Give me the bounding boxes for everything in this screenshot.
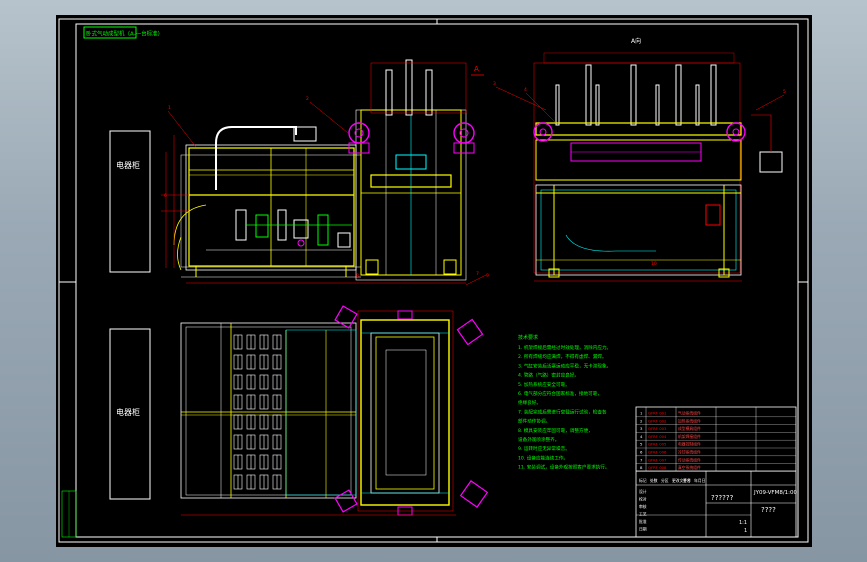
title-row-cell: 电器控制组件 <box>678 442 701 447</box>
title-scale: 1:1 <box>739 520 747 526</box>
title-row-cell: 6 <box>640 450 643 455</box>
side-view <box>348 59 475 284</box>
note-line: 6. 电气部分应符合国家标准，接地可靠， <box>518 390 602 397</box>
cad-drawing: 卧式气动成型机（A-一台标准） 电器柜 电器柜 A A向 技术要求 1. 机架焊… <box>58 18 809 543</box>
electric-cabinet-bottom-label: 电器柜 <box>116 407 140 417</box>
electric-cabinet-top <box>109 130 151 273</box>
title-row-cell: QFRF 002 <box>648 418 667 423</box>
title-row-cell: 2 <box>640 418 643 423</box>
title-row-cell: 3 <box>640 426 643 431</box>
title-row-cell: QFRF 004 <box>648 434 667 439</box>
title-row-cell: 机架焊接组件 <box>678 434 701 439</box>
callout-number: 7 <box>476 271 479 277</box>
title-row-cell: 7 <box>640 457 643 462</box>
title-label: 审核 <box>639 504 647 509</box>
a-view: A向 <box>495 37 785 282</box>
title-label: 工艺 <box>639 512 647 517</box>
title-header: 标记 <box>639 478 647 483</box>
note-line: 8. 模具安装应牢固可靠，调整方便， <box>518 427 593 434</box>
callout-number: 6 <box>164 193 167 199</box>
title-label: 设计 <box>639 489 647 494</box>
note-line: 11. 安装调试，设备外观按照客户要求执行。 <box>518 464 609 471</box>
title-row-cell: QFRF 007 <box>648 457 667 462</box>
note-line: 1. 机架焊接后需经过时效处理，消除内应力。 <box>518 344 611 351</box>
callout-number: 4 <box>524 87 527 93</box>
note-line: 3. 气缸安装后活塞运动应平稳，无卡滞现象。 <box>518 362 611 369</box>
callout-number: 5 <box>783 89 786 95</box>
technical-notes: 技术要求 1. 机架焊接后需经过时效处理，消除内应力。 2. 所有焊缝均应满焊，不… <box>518 334 611 471</box>
a-view-label: A向 <box>631 37 641 45</box>
note-line: 2. 所有焊缝均应满焊，不得有虚焊、漏焊。 <box>518 353 607 360</box>
title-header: 处数 <box>650 478 658 483</box>
callout-number: 3 <box>493 81 496 87</box>
electric-cabinet-top-label: 电器柜 <box>116 160 140 170</box>
note-line: 9. 运转时应无异常噪音。 <box>518 445 570 452</box>
title-row-cell: 5 <box>640 442 643 447</box>
title-row-cell: 加热系统组件 <box>678 418 701 423</box>
title-row-cell: QFRF 006 <box>648 450 667 455</box>
title-sheet: 1 <box>744 528 747 534</box>
title-row-cell: QFRF 003 <box>648 426 667 431</box>
title-label: 校对 <box>639 497 647 502</box>
title-row-cell: 成型模具组件 <box>678 426 701 431</box>
section-mark: A <box>474 65 479 73</box>
note-line: 4. 管路（气路）密封应良好。 <box>518 372 579 379</box>
note-line: 设备外观喷涂整齐。 <box>518 436 559 443</box>
plan-view <box>180 274 489 516</box>
title-sub: ???? <box>761 506 776 514</box>
callout-number: 9 <box>486 273 489 279</box>
note-line: 5. 加热系统应安全可靠。 <box>518 381 570 388</box>
title-block: 1 QFRF 001 气动系统组件 2 QFRF 002 加热系统组件 3 QFRF 003 成… <box>635 406 798 538</box>
title-drawing-no: JY09-VFM8/1:00 <box>753 490 798 496</box>
title-header: 分区 <box>661 478 669 483</box>
frame-title: 卧式气动成型机（A-一台标准） <box>86 30 163 38</box>
title-row-cell: QFRF 001 <box>648 411 667 416</box>
note-line: 10. 设备应能连续工作。 <box>518 454 568 461</box>
title-row-cell: 冷却系统组件 <box>678 450 701 455</box>
title-row-cell: 气动系统组件 <box>678 411 701 416</box>
notes-heading: 技术要求 <box>518 334 538 341</box>
title-row-cell: 1 <box>640 411 643 416</box>
callout-number: 10 <box>651 261 657 267</box>
title-label: 批准 <box>639 519 647 524</box>
drawing-sheet: 卧式气动成型机（A-一台标准） 电器柜 电器柜 A A向 技术要求 1. 机架焊… <box>56 15 812 547</box>
callout-number: 8 <box>356 273 359 279</box>
title-row-cell: 8 <box>640 465 643 470</box>
note-line: 部件动作协调。 <box>518 418 550 425</box>
title-row-cell: 传动系统组件 <box>678 457 701 462</box>
title-row-cell: 真空系统组件 <box>678 465 701 470</box>
callout-number: 2 <box>306 96 309 102</box>
title-label: 日期 <box>639 527 647 532</box>
title-name: ?????? <box>711 494 734 502</box>
title-row-cell: QFRF 005 <box>648 442 667 447</box>
title-header: 签名 <box>683 478 691 483</box>
title-header: 年月日 <box>694 478 706 483</box>
note-line: 7. 装配完成后需进行空载运行试验，检查各 <box>518 408 607 415</box>
title-row-cell: QFRF 008 <box>648 465 667 470</box>
callout-number: 1 <box>168 105 171 111</box>
front-view <box>161 101 362 284</box>
note-line: 绝缘良好。 <box>518 399 541 406</box>
title-row-cell: 4 <box>640 434 643 439</box>
